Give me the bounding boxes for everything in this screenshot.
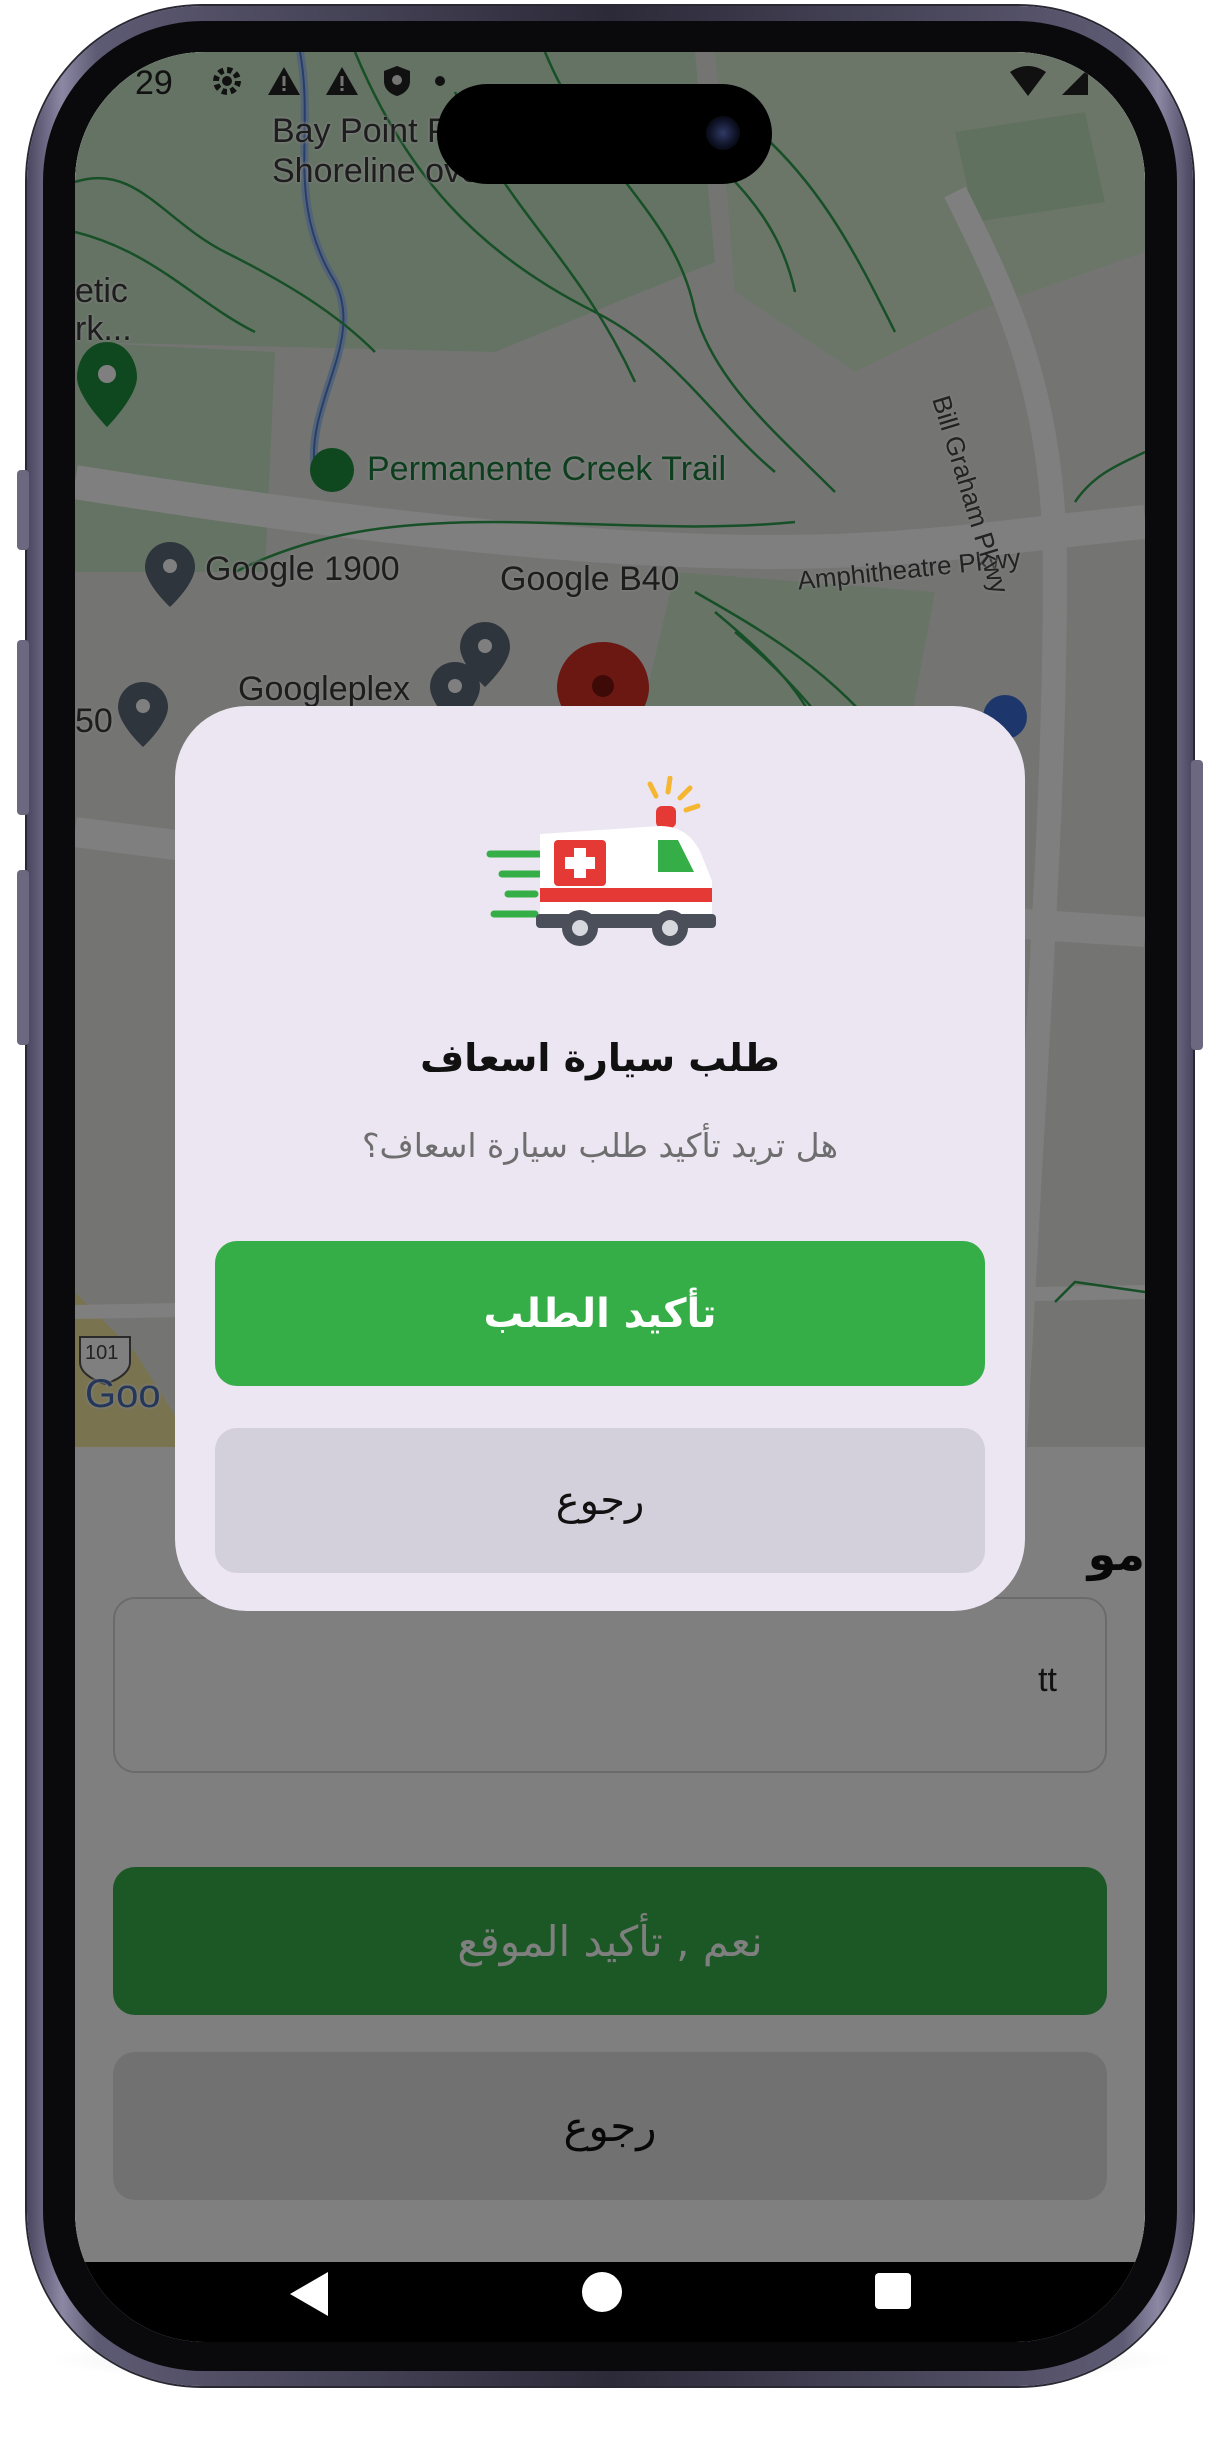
recents-square-icon[interactable]	[875, 2273, 911, 2309]
dialog-back-button[interactable]: رجوع	[215, 1428, 985, 1573]
confirm-request-button[interactable]: تأكيد الطلب	[215, 1241, 985, 1386]
dynamic-island	[437, 84, 772, 184]
home-circle-icon[interactable]	[582, 2272, 622, 2312]
dialog-message: هل تريد تأكيد طلب سيارة اسعاف؟	[362, 1126, 838, 1165]
side-button-volume-up	[17, 640, 29, 815]
ambulance-request-dialog: طلب سيارة اسعاف هل تريد تأكيد طلب سيارة …	[175, 706, 1025, 1611]
camera-icon	[706, 116, 740, 150]
side-button-volume-down	[17, 870, 29, 1045]
back-triangle-icon[interactable]	[290, 2272, 328, 2316]
side-button-silent	[17, 470, 29, 550]
dialog-title: طلب سيارة اسعاف	[420, 1036, 780, 1080]
screen: Bay Point P Shoreline overlook etic rk..…	[75, 52, 1145, 2342]
navigation-bar	[75, 2262, 1145, 2342]
side-button-power	[1191, 760, 1203, 1050]
ambulance-icon	[486, 776, 716, 946]
